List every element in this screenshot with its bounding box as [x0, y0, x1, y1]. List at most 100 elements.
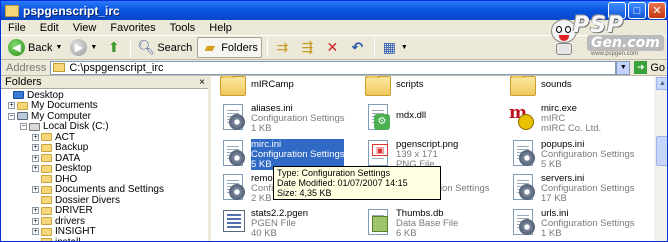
window-title: pspgenscript_irc	[23, 3, 120, 18]
tree-item-label: install	[55, 237, 81, 241]
tree-item-folder[interactable]: + DATA	[1, 153, 208, 164]
file-name: mdx.dll	[396, 110, 427, 121]
folder-icon	[41, 175, 52, 184]
folders-button[interactable]: ▰ Folders	[197, 37, 262, 58]
vertical-scrollbar[interactable]: ▲	[654, 76, 667, 241]
tree-item-label: DATA	[55, 152, 81, 164]
tree-item-folder[interactable]: DHO	[1, 174, 208, 185]
chevron-down-icon[interactable]: ▼	[90, 44, 97, 51]
move-to-button[interactable]: ⇉	[271, 37, 294, 58]
toolbar-separator	[266, 38, 268, 57]
tree-item-folder[interactable]: + Documents and Settings	[1, 184, 208, 196]
forward-button[interactable]: ▶ ▼	[67, 37, 100, 58]
tree-item-folder[interactable]: Dossier Divers	[1, 195, 208, 206]
file-list: mIRCamp scripts sounds aliases.ini Config…	[214, 76, 654, 241]
back-arrow-icon: ◀	[8, 39, 25, 56]
tree-item-my-documents[interactable]: + My Documents	[1, 100, 208, 111]
menu-help[interactable]: Help	[202, 22, 239, 34]
file-tooltip: Type: Configuration Settings Date Modifi…	[273, 166, 441, 200]
tree-item-folder[interactable]: + ACT	[1, 132, 208, 143]
search-button[interactable]: 🔍︎ Search	[134, 37, 195, 58]
file-item-pgenscript-png[interactable]: ▣ pgenscript.png 139 x 171 PNG File	[364, 139, 514, 170]
file-item-servers-ini[interactable]: servers.ini Configuration Settings 17 KB	[509, 173, 654, 204]
tree-item-label: Desktop	[55, 163, 92, 175]
menu-file[interactable]: File	[1, 22, 33, 34]
delete-button[interactable]: ✕	[321, 37, 344, 58]
file-item-urls-ini[interactable]: urls.ini Configuration Settings 1 KB	[509, 208, 654, 239]
menu-tools[interactable]: Tools	[163, 22, 203, 34]
folder-icon	[41, 154, 52, 163]
tree-item-my-computer[interactable]: − My Computer	[1, 111, 208, 122]
tree-item-folder[interactable]: install	[1, 237, 208, 241]
toolbar-separator	[373, 38, 375, 57]
copy-to-button[interactable]: ⇶	[296, 37, 319, 58]
folders-pane-title: Folders	[5, 76, 42, 88]
folder-icon	[41, 164, 52, 173]
undo-icon: ↶	[351, 39, 364, 55]
tree-item-folder[interactable]: + drivers	[1, 216, 208, 227]
gear-icon	[519, 219, 535, 235]
scroll-up-icon[interactable]: ▲	[656, 77, 667, 90]
up-folder-button[interactable]: ⬆	[102, 37, 125, 58]
expand-icon[interactable]: +	[32, 228, 39, 236]
tree-item-label: Backup	[55, 142, 89, 154]
gear-icon	[229, 114, 245, 130]
file-size: 1 KB	[541, 228, 562, 239]
computer-icon	[17, 112, 28, 121]
gear-icon	[519, 150, 535, 166]
folder-tree: Desktop + My Documents − My Computer − L…	[1, 89, 208, 241]
explorer-window: pspgenscript_irc _ □ ✕ File Edit View Fa…	[0, 0, 668, 242]
folder-icon	[41, 185, 52, 194]
scrollbar-thumb[interactable]	[656, 136, 667, 166]
expand-icon[interactable]: +	[32, 217, 39, 225]
expand-icon[interactable]: +	[8, 102, 15, 110]
menu-edit[interactable]: Edit	[33, 22, 66, 34]
mirc-icon: m	[509, 103, 537, 131]
file-item-mirc-ini[interactable]: mirc.ini Configuration Settings 5 KB	[219, 139, 369, 170]
menu-favorites[interactable]: Favorites	[103, 22, 162, 34]
collapse-icon[interactable]: −	[20, 123, 27, 131]
tree-item-label: Documents and Settings	[55, 184, 164, 196]
file-item-thumbs-db[interactable]: Thumbs.db Data Base File 6 KB	[364, 208, 514, 239]
collapse-icon[interactable]: −	[8, 112, 15, 120]
folder-icon	[41, 206, 52, 215]
expand-icon[interactable]: +	[32, 207, 39, 215]
tree-item-folder[interactable]: + INSIGHT	[1, 226, 208, 237]
expand-icon[interactable]: +	[32, 133, 39, 141]
chevron-down-icon[interactable]: ▼	[55, 44, 62, 51]
tree-item-local-disk[interactable]: − Local Disk (C:)	[1, 121, 208, 133]
menu-view[interactable]: View	[66, 22, 104, 34]
expand-icon[interactable]: +	[32, 165, 39, 173]
tree-item-desktop[interactable]: Desktop	[1, 90, 208, 101]
chevron-down-icon[interactable]: ▼	[401, 44, 408, 51]
tree-item-folder[interactable]: + DRIVER	[1, 205, 208, 216]
gear-icon	[229, 184, 245, 200]
gear-icon	[229, 150, 245, 166]
logo-url: www.pspgen.com	[591, 51, 639, 57]
expand-icon[interactable]: +	[32, 154, 39, 162]
folder-icon	[510, 76, 536, 96]
tree-item-folder[interactable]: + Desktop	[1, 163, 208, 175]
tree-item-folder[interactable]: + Backup	[1, 142, 208, 154]
tree-item-label: Local Disk (C:)	[43, 121, 109, 133]
tree-item-label: drivers	[55, 215, 86, 227]
views-button[interactable]: ▦ ▼	[378, 37, 411, 58]
search-label: Search	[157, 41, 193, 54]
expand-icon[interactable]: +	[32, 186, 39, 194]
file-item-stats-pgen[interactable]: stats2.2.pgen PGEN File 40 KB	[219, 208, 369, 239]
file-item-aliases-ini[interactable]: aliases.ini Configuration Settings 1 KB	[219, 103, 369, 134]
undo-button[interactable]: ↶	[346, 37, 369, 58]
file-item-mircamp[interactable]: mIRCamp	[219, 76, 369, 102]
pspgen-logo: PSP Gen.com www.pspgen.com	[521, 13, 667, 63]
close-icon[interactable]: ×	[199, 77, 205, 88]
back-button[interactable]: ◀ Back ▼	[5, 37, 65, 58]
file-item-popups-ini[interactable]: popups.ini Configuration Settings 5 KB	[509, 139, 654, 170]
file-item-sounds[interactable]: sounds	[509, 76, 654, 102]
expand-icon[interactable]: +	[32, 144, 39, 152]
file-name: mIRCamp	[251, 79, 294, 90]
folder-icon	[220, 76, 246, 96]
move-to-icon: ⇉	[276, 39, 289, 55]
file-item-scripts[interactable]: scripts	[364, 76, 514, 102]
file-item-mirc-exe[interactable]: m mirc.exe mIRC mIRC Co. Ltd.	[509, 103, 654, 134]
file-item-mdx-dll[interactable]: ⚙ mdx.dll	[364, 103, 514, 133]
